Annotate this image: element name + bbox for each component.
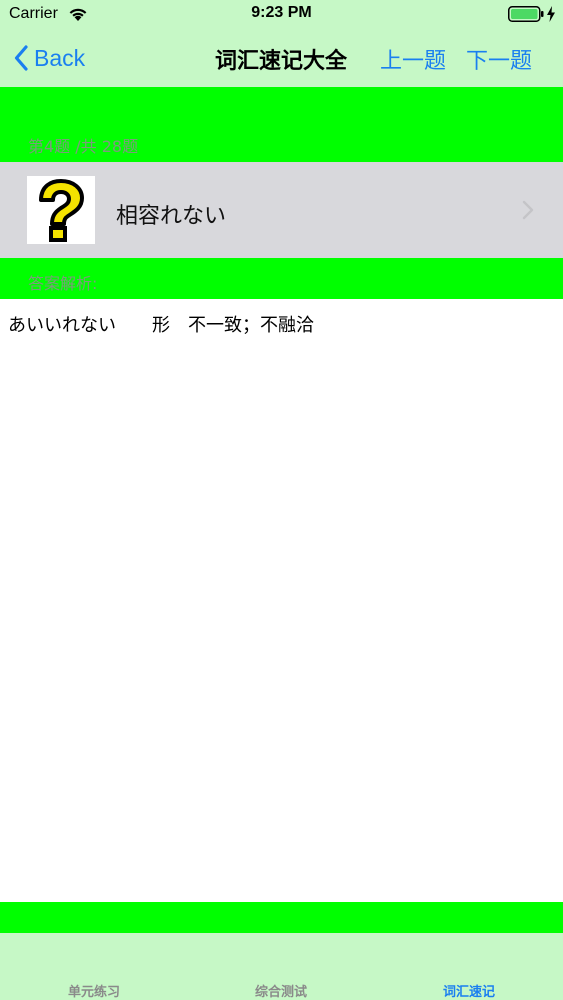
screen: Carrier 9:23 PM Back 词汇速记大全 上一题 下一题 第4题 … [0, 0, 563, 1000]
tab-vocabulary-memo[interactable]: 词汇速记 [399, 981, 539, 1000]
question-word: 相容れない [116, 204, 227, 229]
chevron-right-icon [522, 200, 534, 220]
tab-unit-practice[interactable]: 单元练习 [24, 981, 164, 1000]
status-bar: Carrier 9:23 PM [0, 0, 563, 30]
answer-text: あいいれない 形 不一致；不融洽 [8, 315, 314, 336]
clock: 9:23 PM [251, 4, 312, 21]
question-row[interactable]: 相容れない [0, 162, 563, 258]
charging-bolt-icon [547, 6, 555, 22]
top-bar: Carrier 9:23 PM Back 词汇速记大全 上一题 下一题 [0, 0, 563, 87]
chevron-left-icon [14, 45, 28, 71]
next-question-button[interactable]: 下一题 [466, 43, 532, 75]
back-label: Back [34, 44, 86, 71]
question-mark-icon [39, 179, 84, 242]
page-title: 词汇速记大全 [214, 49, 347, 74]
question-counter: 第4题 /共 28题 [28, 137, 139, 156]
footer-band [0, 902, 563, 933]
prev-question-button[interactable]: 上一题 [380, 43, 446, 75]
analysis-label: 答案解析: [28, 274, 98, 293]
tab-bar: 单元练习 综合测试 词汇速记 [0, 933, 563, 1000]
navigation-bar: Back 词汇速记大全 上一题 下一题 [0, 30, 563, 87]
back-button[interactable]: Back [14, 41, 85, 75]
question-thumbnail [27, 176, 95, 244]
tab-comprehensive-test[interactable]: 综合测试 [211, 981, 351, 1000]
battery-icon [508, 6, 544, 22]
